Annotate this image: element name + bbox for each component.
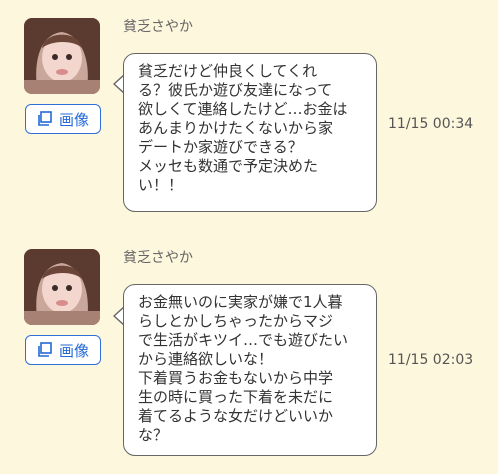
image-button[interactable]: 画像	[25, 104, 101, 134]
sender-name: 貧乏さやか	[123, 19, 193, 35]
message-bubble: お金無いのに実家が嫌で1人暮 らしとかしちゃったからマジ で生活がキツイ…でも遊…	[123, 284, 377, 456]
timestamp: 11/15 02:03	[388, 352, 474, 368]
avatar[interactable]	[24, 18, 100, 94]
message-row: 画像 貧乏さやか 貧乏だけど仲良くしてくれ る？彼氏か遊び友達になって 欲しくて…	[0, 14, 498, 220]
timestamp: 11/15 00:34	[388, 116, 474, 132]
image-button-label: 画像	[58, 341, 89, 360]
copy-icon	[37, 111, 53, 127]
sender-name: 貧乏さやか	[123, 250, 193, 266]
image-button[interactable]: 画像	[25, 335, 101, 365]
message-row: 画像 貧乏さやか お金無いのに実家が嫌で1人暮 らしとかしちゃったからマジ で生…	[0, 245, 498, 463]
avatar[interactable]	[24, 249, 100, 325]
message-bubble: 貧乏だけど仲良くしてくれ る？彼氏か遊び友達になって 欲しくて連絡したけど…お金…	[123, 53, 377, 212]
copy-icon	[37, 342, 53, 358]
image-button-label: 画像	[58, 110, 89, 129]
